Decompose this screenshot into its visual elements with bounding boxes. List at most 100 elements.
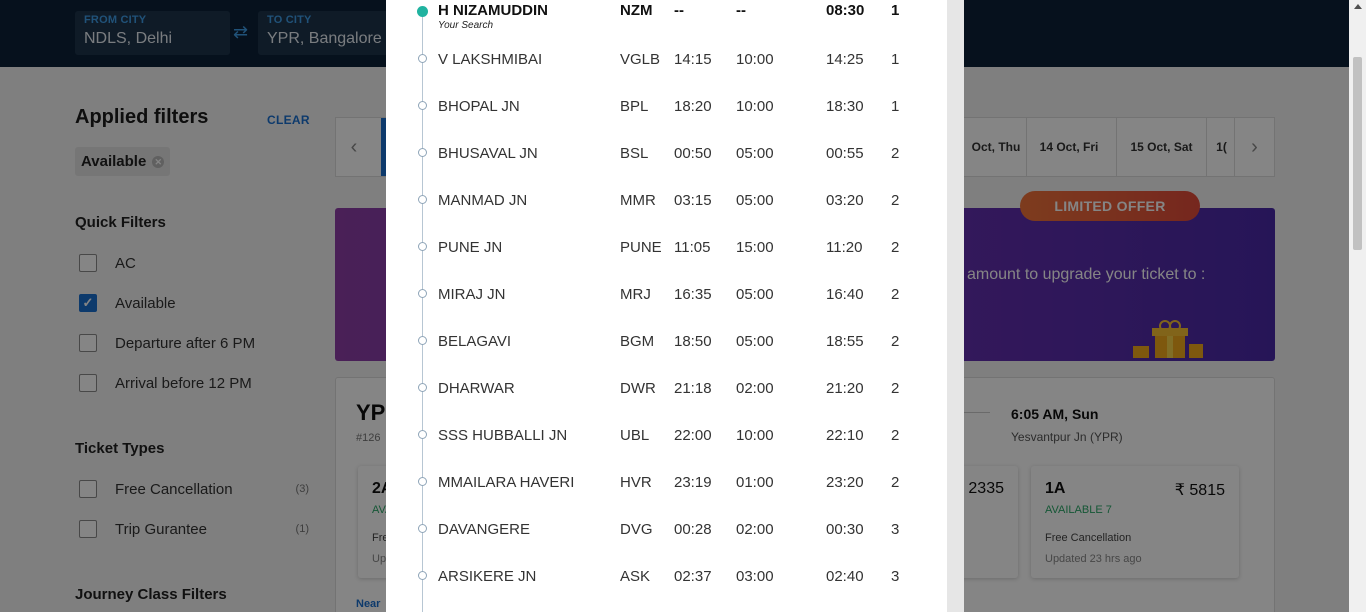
departure-time: 11:20 [826, 239, 863, 256]
station-name: BELAGAVI [438, 333, 512, 350]
station-dot-icon [418, 289, 427, 298]
halt-time: 10:00 [736, 51, 774, 68]
page: FROM CITY NDLS, Delhi ⇄ TO CITY YPR, Ban… [0, 0, 1366, 612]
arrival-time: -- [674, 2, 684, 19]
arrival-time: 21:18 [674, 380, 712, 397]
day-number: 3 [891, 521, 900, 538]
departure-time: 23:20 [826, 474, 864, 491]
schedule-row: MIRAJ JN MRJ 16:35 05:00 16:40 2 [386, 270, 946, 317]
departure-time: 00:55 [826, 145, 864, 162]
departure-time: 08:30 [826, 2, 865, 19]
day-number: 2 [891, 380, 900, 397]
your-search-label: Your Search [438, 20, 494, 31]
arrival-time: 00:28 [674, 521, 712, 538]
arrival-time: 22:00 [674, 427, 712, 444]
halt-time: 10:00 [736, 427, 774, 444]
station-code: PUNE [620, 239, 662, 256]
departure-time: 03:20 [826, 192, 864, 209]
day-number: 2 [891, 286, 900, 303]
departure-time: 16:40 [826, 286, 864, 303]
station-name: MIRAJ JN [438, 286, 506, 303]
day-number: 2 [891, 192, 900, 209]
halt-time: 05:00 [736, 333, 774, 350]
day-number: 1 [891, 98, 900, 115]
schedule-row: DHARWAR DWR 21:18 02:00 21:20 2 [386, 364, 946, 411]
station-code: UBL [620, 427, 650, 444]
station-dot-icon [418, 54, 427, 63]
halt-time: 05:00 [736, 286, 774, 303]
day-number: 1 [891, 51, 900, 68]
station-code: DWR [620, 380, 656, 397]
station-code: MMR [620, 192, 656, 209]
day-number: 3 [891, 568, 900, 585]
day-number: 2 [891, 333, 900, 350]
station-code: DVG [620, 521, 653, 538]
station-dot-icon [418, 242, 427, 251]
arrival-time: 00:50 [674, 145, 712, 162]
schedule-row: V LAKSHMIBAI VGLB 14:15 10:00 14:25 1 [386, 35, 946, 82]
schedule-row: BELAGAVI BGM 18:50 05:00 18:55 2 [386, 317, 946, 364]
departure-time: 21:20 [826, 380, 864, 397]
departure-time: 18:55 [826, 333, 864, 350]
schedule-row: ARSIKERE JN ASK 02:37 03:00 02:40 3 [386, 552, 946, 599]
station-name: DAVANGERE [438, 521, 530, 538]
schedule-row: H NIZAMUDDIN NZM -- -- 08:30 1 Your Search [386, 0, 946, 35]
scroll-up-icon[interactable] [1354, 4, 1362, 9]
station-name: SSS HUBBALLI JN [438, 427, 568, 444]
station-code: VGLB [620, 51, 661, 68]
halt-time: 15:00 [736, 239, 774, 256]
departure-time: 02:40 [826, 568, 864, 585]
schedule-row: BHOPAL JN BPL 18:20 10:00 18:30 1 [386, 82, 946, 129]
arrival-time: 03:15 [674, 192, 712, 209]
station-name: PUNE JN [438, 239, 503, 256]
halt-time: 03:00 [736, 568, 774, 585]
station-dot-icon [418, 101, 427, 110]
arrival-time: 14:15 [674, 51, 712, 68]
arrival-time: 11:05 [674, 239, 711, 256]
day-number: 2 [891, 239, 900, 256]
halt-time: 01:00 [736, 474, 774, 491]
station-code: MRJ [620, 286, 651, 303]
station-name: V LAKSHMIBAI [438, 51, 543, 68]
station-name: BHOPAL JN [438, 98, 520, 115]
departure-time: 00:30 [826, 521, 864, 538]
schedule-row: BHUSAVAL JN BSL 00:50 05:00 00:55 2 [386, 129, 946, 176]
station-name: BHUSAVAL JN [438, 145, 538, 162]
station-name: MMAILARA HAVERI [438, 474, 575, 491]
station-dot-icon [418, 336, 427, 345]
schedule-row: SSS HUBBALLI JN UBL 22:00 10:00 22:10 2 [386, 411, 946, 458]
schedule-row: MANMAD JN MMR 03:15 05:00 03:20 2 [386, 176, 946, 223]
schedule-row: PUNE JN PUNE 11:05 15:00 11:20 2 [386, 223, 946, 270]
train-schedule-modal: H NIZAMUDDIN NZM -- -- 08:30 1 Your Search V LA… [386, 0, 964, 612]
modal-scroll-track[interactable] [947, 0, 964, 612]
halt-time: 10:00 [736, 98, 774, 115]
arrival-time: 18:50 [674, 333, 712, 350]
arrival-time: 16:35 [674, 286, 712, 303]
station-code: BPL [620, 98, 649, 115]
station-code: HVR [620, 474, 652, 491]
station-dot-icon [418, 383, 427, 392]
schedule-row: MMAILARA HAVERI HVR 23:19 01:00 23:20 2 [386, 458, 946, 505]
schedule-row: DAVANGERE DVG 00:28 02:00 00:30 3 [386, 505, 946, 552]
day-number: 2 [891, 474, 900, 491]
station-name: MANMAD JN [438, 192, 528, 209]
station-dot-icon [418, 430, 427, 439]
station-dot-icon [418, 571, 427, 580]
scrollbar-thumb[interactable] [1353, 57, 1362, 250]
arrival-time: 23:19 [674, 474, 712, 491]
station-name: DHARWAR [438, 380, 515, 397]
station-name: ARSIKERE JN [438, 568, 537, 585]
day-number: 2 [891, 427, 900, 444]
current-station-dot-icon [417, 6, 428, 17]
halt-time: 05:00 [736, 192, 774, 209]
station-code: ASK [620, 568, 651, 585]
halt-time: 05:00 [736, 145, 774, 162]
station-dot-icon [418, 148, 427, 157]
halt-time: -- [736, 2, 746, 19]
page-scrollbar[interactable] [1349, 0, 1366, 612]
halt-time: 02:00 [736, 380, 774, 397]
station-code: BSL [620, 145, 649, 162]
station-dot-icon [418, 195, 427, 204]
day-number: 2 [891, 145, 900, 162]
departure-time: 14:25 [826, 51, 864, 68]
